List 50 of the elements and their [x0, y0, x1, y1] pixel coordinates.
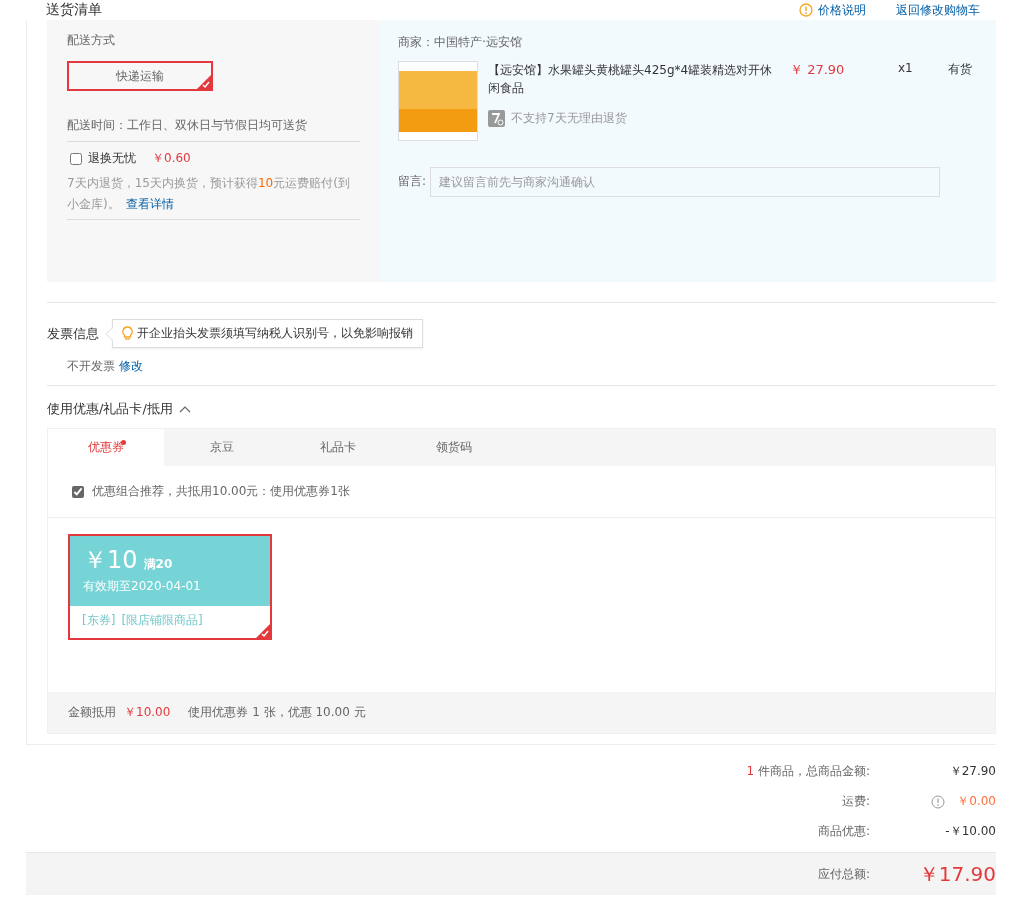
details-link[interactable]: 查看详情	[125, 197, 174, 211]
info-icon	[931, 794, 946, 809]
price-note-link[interactable]: 价格说明	[818, 1, 866, 19]
insurance-description: 7天内退货，15天内换货，预计获得10元运费赔付(到小金库)。 查看详情	[67, 173, 360, 220]
coupon-tag: [限店铺限商品]	[121, 612, 203, 629]
payable-label: 应付总额:	[816, 865, 870, 883]
seven-day-icon	[488, 109, 505, 127]
return-policy-text: 不支持7天无理由退货	[511, 110, 627, 127]
seller-name: 商家：中国特产·远安馆	[398, 34, 523, 51]
shipping-method-label: 配送方式	[67, 32, 116, 49]
summary-label: 金额抵用	[68, 704, 116, 721]
coupon-condition: 满20	[143, 557, 173, 571]
coupon-amount: ￥10	[83, 546, 138, 574]
section-title: 送货清单	[46, 1, 103, 19]
summary-amount: ￥10.00	[124, 704, 171, 721]
invoice-value: 不开发票	[67, 359, 115, 373]
discounts-toggle[interactable]: 使用优惠/礼品卡/抵用	[47, 400, 191, 418]
section-title: 发票信息	[47, 324, 99, 343]
back-to-cart-link[interactable]: 返回修改购物车	[896, 1, 980, 19]
coupon-tag: [东券]	[82, 612, 116, 629]
info-icon	[799, 3, 813, 17]
message-input-field[interactable]: 建议留言前先与商家沟通确认	[430, 167, 941, 197]
payable-amount: ￥17.90	[917, 860, 996, 888]
tooltip-text: 开企业抬头发票须填写纳税人识别号，以免影响报销	[137, 325, 413, 342]
check-corner-icon	[197, 75, 211, 89]
message-label: 留言:	[398, 173, 427, 190]
lightbulb-icon	[122, 326, 133, 341]
total-value: ￥0.00	[957, 793, 996, 810]
discount-tab[interactable]: 优惠券	[48, 429, 164, 466]
product-price: ￥ 27.90	[790, 61, 846, 79]
product-quantity: x1	[898, 61, 914, 75]
edit-invoice-link[interactable]: 修改	[119, 359, 143, 373]
total-label: 运费:	[840, 793, 870, 810]
delivery-time-text: 配送时间：工作日、双休日与节假日均可送货	[67, 117, 360, 142]
total-label: 商品优惠:	[816, 823, 870, 840]
return-insurance-checkbox[interactable]	[70, 152, 82, 165]
product-title: 【远安馆】水果罐头黄桃罐头425g*4罐装精选对开休闲食品	[488, 62, 774, 97]
total-value: -￥10.00	[945, 823, 996, 840]
recommend-checkbox[interactable]	[72, 485, 84, 498]
total-label: 1 件商品，总商品金额:	[745, 763, 870, 780]
shipping-option[interactable]: 快递运输	[67, 61, 213, 91]
summary-detail: 使用优惠券 1 张，优惠 10.00 元	[188, 704, 366, 721]
total-value: ￥27.90	[949, 763, 996, 780]
stock-status: 有货	[948, 61, 972, 78]
checkbox-label: 优惠组合推荐，共抵用10.00元：使用优惠券1张	[92, 483, 350, 500]
checkbox-label: 退换无忧	[88, 150, 136, 167]
coupon-validity: 有效期至2020-04-01	[83, 578, 202, 595]
chevron-up-icon	[178, 405, 191, 413]
insurance-price: ￥0.60	[152, 150, 191, 167]
check-corner-icon	[256, 624, 270, 638]
